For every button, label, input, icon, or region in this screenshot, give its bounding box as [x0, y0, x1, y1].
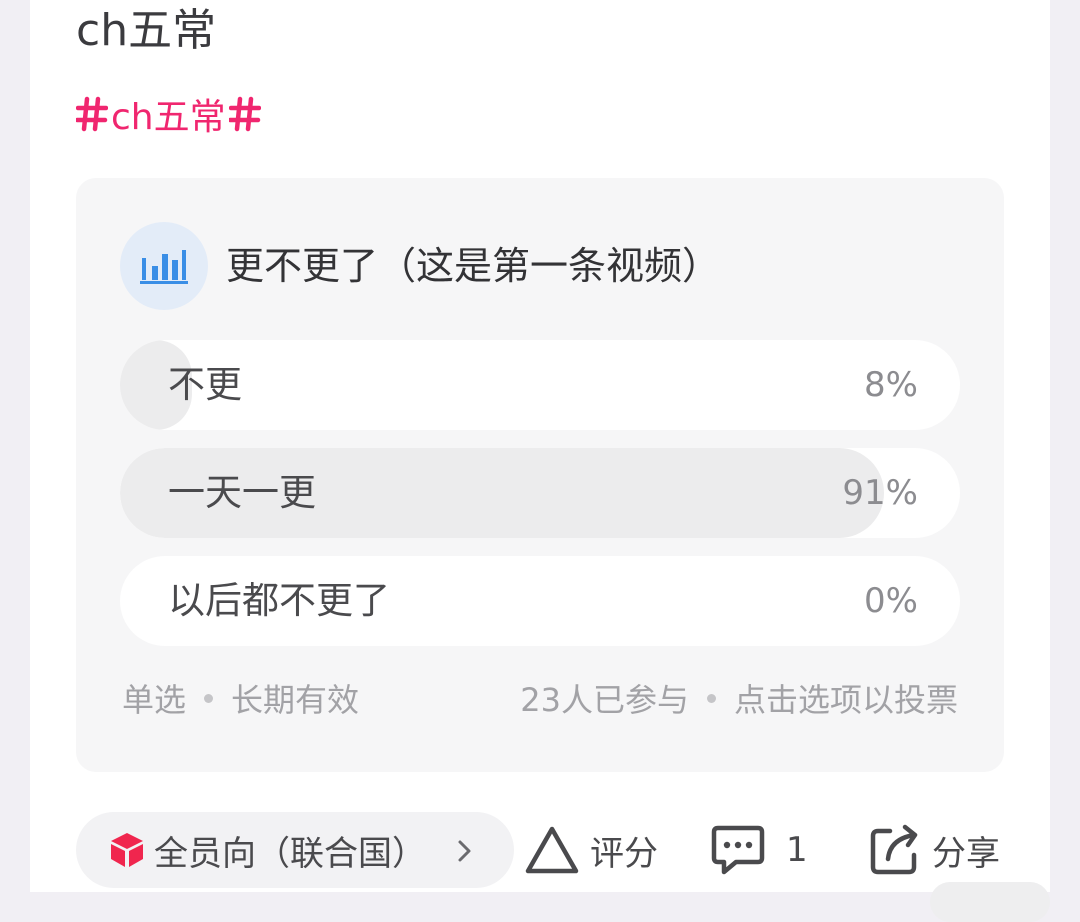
poll-option[interactable]: 不更 8%	[120, 340, 960, 430]
hash-icon	[76, 96, 108, 132]
separator-dot	[204, 693, 214, 703]
option-label: 一天一更	[168, 471, 316, 514]
option-label: 不更	[168, 363, 242, 406]
rate-label: 评分	[590, 833, 658, 874]
share-icon	[870, 824, 918, 875]
poll-option[interactable]: 以后都不更了 0%	[120, 556, 960, 646]
partial-chip	[930, 882, 1050, 922]
hashtag-label: ch五常	[111, 97, 226, 138]
poll-type: 单选	[122, 681, 187, 719]
poll-footer: 单选 长期有效 23人已参与 点击选项以投票	[122, 676, 958, 720]
bar-chart-icon	[120, 222, 208, 310]
poll-hint: 点击选项以投票	[733, 681, 958, 719]
post-title: ch五常	[76, 5, 217, 56]
comment-icon	[711, 825, 765, 875]
separator-dot	[706, 693, 716, 703]
comment-button[interactable]: 1	[710, 818, 808, 882]
poll-duration: 长期有效	[231, 681, 360, 719]
option-percent: 0%	[864, 581, 918, 621]
channel-chip[interactable]: 全员向（联合国）	[76, 812, 514, 888]
chevron-right-icon	[458, 840, 471, 862]
share-button[interactable]: 分享	[868, 818, 1000, 882]
hashtag-link[interactable]: ch五常	[76, 90, 261, 138]
poll-participants: 23人已参与	[520, 681, 689, 719]
option-percent: 8%	[864, 365, 918, 405]
comment-count: 1	[786, 830, 808, 870]
option-percent: 91%	[842, 473, 918, 513]
poll-question: 更不更了（这是第一条视频）	[226, 244, 721, 288]
cube-icon	[111, 833, 143, 867]
action-bar: 全员向（联合国） 评分 1 分享	[0, 808, 1080, 892]
share-label: 分享	[932, 833, 1000, 874]
poll-card: 更不更了（这是第一条视频） 不更 8% 一天一更 91% 以后都不更了 0% 单…	[76, 178, 1004, 772]
option-label: 以后都不更了	[168, 579, 390, 622]
poll-option[interactable]: 一天一更 91%	[120, 448, 960, 538]
hash-icon	[228, 96, 261, 132]
rate-button[interactable]: 评分	[524, 818, 658, 882]
triangle-icon	[525, 826, 579, 874]
channel-label: 全员向（联合国）	[154, 833, 426, 874]
